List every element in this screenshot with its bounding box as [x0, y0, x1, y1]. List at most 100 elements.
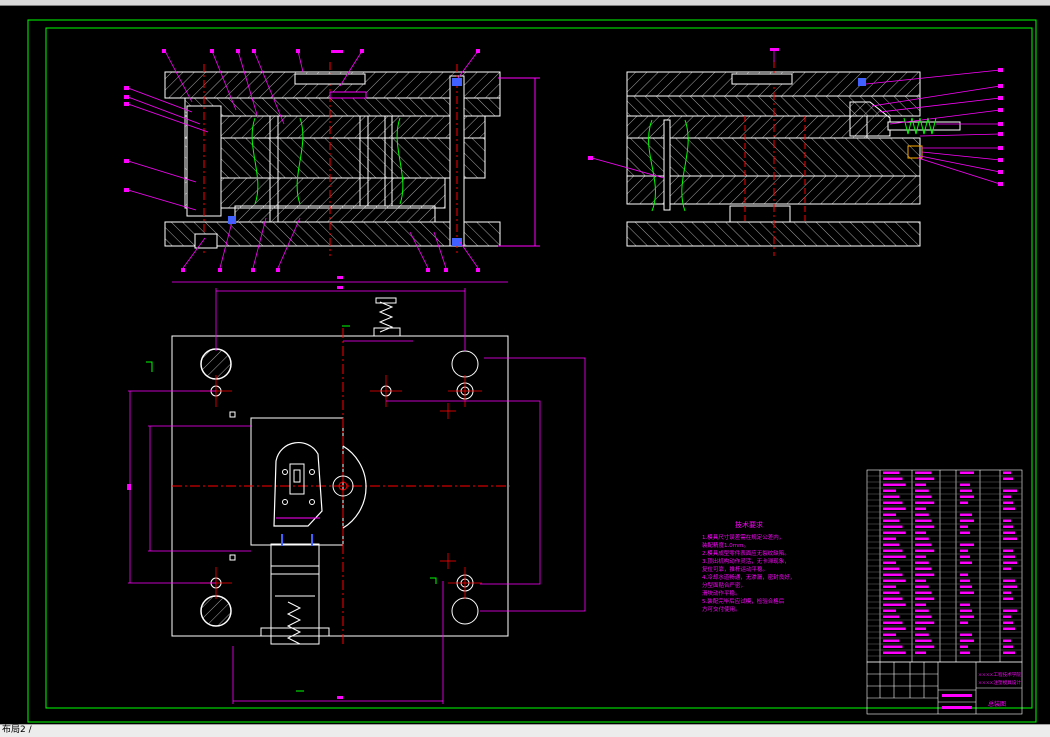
parts-list-entry-mark — [883, 531, 906, 534]
parts-list-entry-mark — [883, 471, 900, 474]
parts-list-entry-mark — [1003, 651, 1015, 654]
parts-list-entry-mark — [883, 489, 896, 492]
parts-list-entry-mark — [960, 495, 974, 498]
cad-drawing-svg: 技术要求 1.模具尺寸误差需在规定公差内， 装配精度1.0mm。 2.模具成型零… — [27, 19, 1037, 723]
parts-list-entry-mark — [915, 633, 929, 636]
parts-list-entry-mark — [883, 477, 903, 480]
parts-list-entry-mark — [960, 633, 972, 636]
parts-list-entry-mark — [960, 489, 972, 492]
parts-list-entry-mark — [1003, 561, 1017, 564]
parts-list-entry-mark — [883, 513, 896, 516]
parts-list-entry-mark — [960, 585, 972, 588]
parts-list-entry-mark — [960, 531, 970, 534]
parts-list-entry-mark — [960, 483, 970, 486]
parts-list-entry-mark — [915, 651, 926, 654]
parts-list-entry-mark — [915, 519, 932, 522]
sprue-bushing — [294, 73, 366, 85]
parts-list-entry-mark — [960, 603, 970, 606]
parts-list-entry-mark — [915, 567, 932, 570]
cad-drawing-canvas[interactable]: 技术要求 1.模具尺寸误差需在规定公差内， 装配精度1.0mm。 2.模具成型零… — [0, 6, 1050, 724]
core-plate — [184, 137, 486, 179]
parts-list-entry-mark — [1003, 585, 1017, 588]
parts-list-entry-mark — [1003, 609, 1017, 612]
parts-list-entry-mark — [1003, 471, 1011, 474]
tech-req-line: 方可交付使用。 — [702, 605, 741, 613]
parts-list-entry-mark — [883, 501, 903, 504]
ejector-plate — [234, 205, 436, 223]
parts-list-entry-mark — [960, 513, 972, 516]
parts-list-entry-mark — [883, 597, 903, 600]
parts-list-entry-mark — [960, 543, 974, 546]
parts-list-entry-mark — [915, 561, 929, 564]
parts-list-entry-mark — [915, 627, 926, 630]
parts-list-entry-mark — [915, 507, 926, 510]
parts-list-entry-mark — [915, 513, 929, 516]
parts-list-entry-mark — [960, 609, 972, 612]
parts-list-entry-mark — [915, 597, 935, 600]
tech-req-line: 2.模具成型零件表面应无裂纹缺陷。 — [702, 549, 790, 557]
parts-list-entries — [883, 471, 1017, 654]
parts-list-entry-mark — [960, 621, 968, 624]
parts-list-entry-mark — [915, 483, 926, 486]
tech-req-line: 滑块动作平稳。 — [702, 589, 741, 597]
tech-req-heading: 技术要求 — [735, 520, 763, 529]
parts-list-entry-mark — [1003, 507, 1015, 510]
parts-list-entry-mark — [960, 579, 970, 582]
parts-list-entry-mark — [1003, 537, 1017, 540]
parts-list-entry-mark — [915, 639, 932, 642]
guide-bush-tl — [200, 348, 232, 380]
parts-list-entry-mark — [1003, 495, 1011, 498]
parts-list-entry-mark — [883, 621, 903, 624]
front-section-view — [164, 62, 540, 256]
parts-list-entry-mark — [1003, 615, 1011, 618]
parts-list-entry-mark — [915, 471, 932, 474]
parts-list-entry-mark — [915, 549, 935, 552]
parts-list-entry-mark — [915, 525, 935, 528]
parts-list-entry-mark — [915, 489, 929, 492]
parts-list-entry-mark — [883, 627, 906, 630]
parts-list-entry-mark — [883, 615, 900, 618]
parts-list-entry-mark — [915, 615, 932, 618]
parts-list-entry-mark — [915, 501, 935, 504]
tech-req-line: 1.模具尺寸误差需在规定公差内， — [702, 533, 784, 541]
parts-list-entry-mark — [1003, 525, 1013, 528]
parts-list-entry-mark — [883, 555, 906, 558]
tech-req-line: 5.装配完毕后应试模，检验合格后 — [702, 597, 785, 605]
parts-list-entry-mark — [1003, 639, 1011, 642]
tech-req-line: 复位可靠，推杆运动平稳。 — [702, 565, 768, 573]
parts-list-entry-mark — [915, 609, 929, 612]
technical-requirements: 技术要求 1.模具尺寸误差需在规定公差内， 装配精度1.0mm。 2.模具成型零… — [702, 520, 795, 613]
parts-list-entry-mark — [960, 645, 968, 648]
parts-list-entry-mark — [1003, 567, 1011, 570]
parts-list-entry-mark — [915, 573, 935, 576]
tech-req-line: 4.冷却水道畅通，无渗漏，密封良好， — [702, 573, 795, 581]
parts-list-entry-mark — [883, 495, 900, 498]
parts-list-entry-mark — [1003, 531, 1015, 534]
parts-list-entry-mark — [1003, 501, 1013, 504]
parts-list-entry-mark — [883, 585, 896, 588]
parts-list-entry-mark — [915, 645, 935, 648]
parts-list-entry-mark — [883, 651, 906, 654]
parts-list-entry-mark — [883, 591, 900, 594]
parts-list-entry-mark — [960, 501, 968, 504]
tech-req-line: 3.顶出机构动作灵活，无卡滞现象， — [702, 557, 790, 565]
parts-list-entry-mark — [1003, 549, 1013, 552]
parts-list-entry-mark — [960, 615, 974, 618]
parts-list-entry-mark — [915, 537, 929, 540]
cavity-plate — [184, 115, 486, 139]
parts-list-entry-mark — [883, 507, 906, 510]
parts-list-entry-mark — [1003, 597, 1013, 600]
parts-list-entry-mark — [1003, 645, 1013, 648]
layout-tab[interactable]: 布局2 / — [2, 725, 32, 736]
parts-list-entry-mark — [1003, 621, 1013, 624]
parts-list-entry-mark — [960, 651, 970, 654]
parts-list-entry-mark — [960, 591, 974, 594]
parts-list-entry-mark — [1003, 477, 1013, 480]
parts-list-entry-mark — [915, 579, 926, 582]
support-plate — [184, 177, 446, 209]
parts-list-entry-mark — [883, 537, 896, 540]
parts-list-entry-mark — [883, 543, 900, 546]
parts-list-entry-mark — [915, 477, 935, 480]
bolt-top — [452, 78, 462, 86]
bolt-bottom — [452, 238, 462, 246]
